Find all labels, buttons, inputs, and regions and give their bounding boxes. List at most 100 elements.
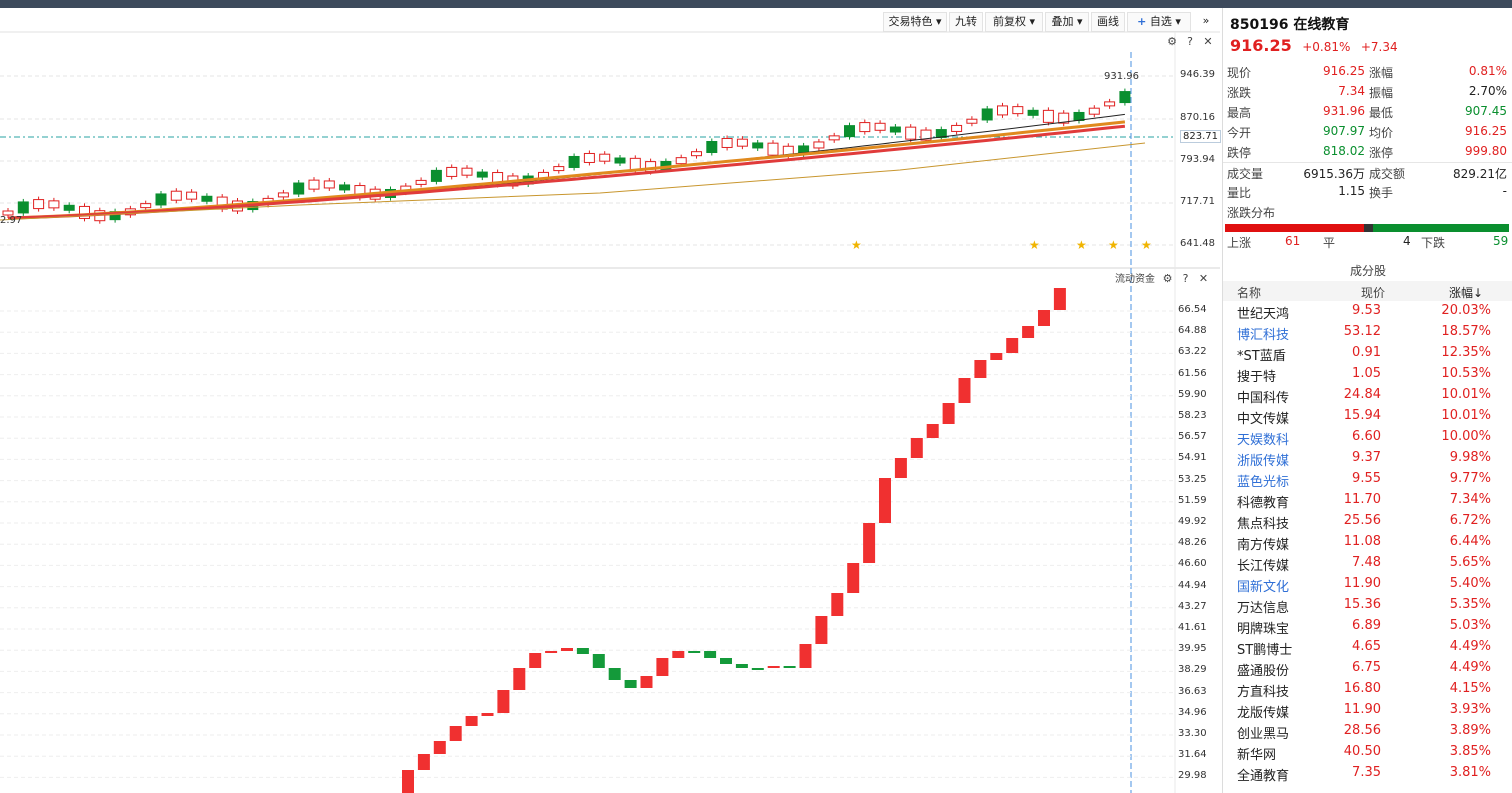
list-item[interactable]: 盛通股份 6.75 4.49% bbox=[1223, 658, 1512, 679]
list-item[interactable]: 南方传媒 11.08 6.44% bbox=[1223, 532, 1512, 553]
list-item[interactable]: 博汇科技 53.12 18.57% bbox=[1223, 322, 1512, 343]
distribution-bar bbox=[1225, 224, 1509, 232]
candle-body bbox=[583, 152, 595, 163]
list-item[interactable]: 中国科传 24.84 10.01% bbox=[1223, 385, 1512, 406]
help-icon[interactable]: ? bbox=[1177, 272, 1195, 285]
flow-tick-label: 53.25 bbox=[1178, 473, 1207, 485]
stock-name: 方直科技 bbox=[1237, 685, 1290, 700]
stock-name: 科德教育 bbox=[1237, 496, 1290, 511]
stock-name: ST鹏博士 bbox=[1237, 643, 1293, 658]
candle-body bbox=[874, 122, 886, 131]
list-item[interactable]: 科德教育 11.70 7.34% bbox=[1223, 490, 1512, 511]
flow-block bbox=[1006, 338, 1019, 353]
close-icon[interactable]: ✕ bbox=[1199, 35, 1217, 48]
list-item[interactable]: *ST蓝盾 0.91 12.35% bbox=[1223, 343, 1512, 364]
close-icon[interactable]: ✕ bbox=[1195, 272, 1213, 285]
list-item[interactable]: 长江传媒 7.48 5.65% bbox=[1223, 553, 1512, 574]
stock-price: 1.05 bbox=[1352, 366, 1381, 381]
quote-value: 907.45 bbox=[1465, 104, 1507, 118]
list-item[interactable]: 创业黑马 28.56 3.89% bbox=[1223, 721, 1512, 742]
stock-change: 10.01% bbox=[1441, 408, 1491, 423]
last-price: 916.25 bbox=[1230, 36, 1292, 55]
list-item[interactable]: 搜于特 1.05 10.53% bbox=[1223, 364, 1512, 385]
up-label: 上涨 bbox=[1227, 236, 1252, 250]
top-tab-bar[interactable] bbox=[0, 0, 1512, 8]
price-tick-label: 641.48 bbox=[1180, 238, 1215, 249]
stock-change: 10.01% bbox=[1441, 387, 1491, 402]
stock-name: 中文传媒 bbox=[1237, 412, 1290, 427]
candle-body bbox=[201, 195, 213, 202]
quote-label: 涨跌 bbox=[1227, 86, 1252, 100]
quote-value: 1.15 bbox=[1338, 184, 1365, 198]
stock-name: 蓝色光标 bbox=[1237, 475, 1290, 490]
gear-icon[interactable]: ⚙ bbox=[1163, 35, 1181, 48]
flow-block bbox=[926, 424, 939, 438]
candle-body bbox=[568, 155, 580, 168]
list-item[interactable]: 龙版传媒 11.90 3.93% bbox=[1223, 700, 1512, 721]
stock-name: 博汇科技 bbox=[1237, 328, 1290, 343]
stock-price: 9.55 bbox=[1352, 471, 1381, 486]
flow-block bbox=[672, 651, 685, 658]
candle-body bbox=[63, 204, 75, 211]
index-code: 850196 bbox=[1230, 17, 1289, 33]
candle-body bbox=[308, 179, 320, 190]
list-item[interactable]: ST鹏博士 4.65 4.49% bbox=[1223, 637, 1512, 658]
candle-body bbox=[813, 141, 825, 149]
kline-chart[interactable]: ★ ★ ★ ★ ★ bbox=[0, 8, 1220, 793]
stock-change: 5.35% bbox=[1449, 597, 1491, 612]
flow-tick-label: 39.95 bbox=[1178, 643, 1207, 655]
quote-value: 931.96 bbox=[1323, 104, 1365, 118]
quote-panel: 850196 在线教育 916.25 +0.81% +7.34 现价 916.25… bbox=[1222, 8, 1512, 793]
flow-block bbox=[624, 680, 637, 688]
gear-icon[interactable]: ⚙ bbox=[1159, 272, 1177, 285]
list-item[interactable]: 蓝色光标 9.55 9.77% bbox=[1223, 469, 1512, 490]
stock-change: 10.53% bbox=[1441, 366, 1491, 381]
candle-body bbox=[691, 151, 702, 157]
help-icon[interactable]: ? bbox=[1181, 35, 1199, 48]
list-item[interactable]: 方直科技 16.80 4.15% bbox=[1223, 679, 1512, 700]
col-change[interactable]: 涨幅↓ bbox=[1449, 284, 1483, 301]
list-item[interactable]: 中文传媒 15.94 10.01% bbox=[1223, 406, 1512, 427]
quote-label: 现价 bbox=[1227, 66, 1252, 80]
stock-price: 11.90 bbox=[1343, 702, 1381, 717]
candle-body bbox=[17, 201, 29, 214]
index-name: 在线教育 bbox=[1293, 17, 1350, 33]
candle-body bbox=[981, 108, 993, 121]
list-item[interactable]: 国新文化 11.90 5.40% bbox=[1223, 574, 1512, 595]
flow-block bbox=[545, 651, 558, 653]
list-item[interactable]: 浙版传媒 9.37 9.98% bbox=[1223, 448, 1512, 469]
flow-tick-label: 63.22 bbox=[1178, 346, 1207, 358]
list-item[interactable]: 全通教育 7.35 3.81% bbox=[1223, 763, 1512, 784]
list-item[interactable]: 焦点科技 25.56 6.72% bbox=[1223, 511, 1512, 532]
flow-block bbox=[847, 563, 860, 593]
flow-tick-label: 46.60 bbox=[1178, 558, 1207, 570]
star-marker: ★ bbox=[851, 238, 862, 252]
list-item[interactable]: 万达信息 15.36 5.35% bbox=[1223, 595, 1512, 616]
stock-price: 9.53 bbox=[1352, 303, 1381, 318]
stock-price: 24.84 bbox=[1343, 387, 1381, 402]
flow-block bbox=[529, 653, 542, 668]
list-item[interactable]: 新华网 40.50 3.85% bbox=[1223, 742, 1512, 763]
candle-body bbox=[170, 190, 182, 201]
stock-change: 3.81% bbox=[1449, 765, 1491, 780]
stock-price: 11.08 bbox=[1343, 534, 1381, 549]
flow-panel-icons: 流动资金 ⚙? ✕ bbox=[1115, 270, 1213, 285]
stock-change: 18.57% bbox=[1441, 324, 1491, 339]
list-item[interactable]: 明牌珠宝 6.89 5.03% bbox=[1223, 616, 1512, 637]
col-name[interactable]: 名称 bbox=[1237, 284, 1261, 301]
stock-name: 创业黑马 bbox=[1237, 727, 1290, 742]
quote-row: 最高 931.96 最低 907.45 bbox=[1223, 102, 1512, 122]
col-price[interactable]: 现价 bbox=[1361, 284, 1385, 301]
candle-body bbox=[706, 141, 718, 154]
flow-tick-label: 59.90 bbox=[1178, 388, 1207, 400]
chart-area: 交易特色 ▾ 九转 前复权 ▾ 叠加 ▾ 画线 + 自选 ▾ » ★ ★ ★ ★ ★ ⚙… bbox=[0, 8, 1221, 793]
stock-change: 7.34% bbox=[1449, 492, 1491, 507]
stock-name: 搜于特 bbox=[1237, 370, 1277, 385]
candle-body bbox=[1119, 91, 1131, 104]
list-item[interactable]: 世纪天鸿 9.53 20.03% bbox=[1223, 301, 1512, 322]
stock-name: 焦点科技 bbox=[1237, 517, 1290, 532]
list-item[interactable]: 天娱数科 6.60 10.00% bbox=[1223, 427, 1512, 448]
candle-body bbox=[889, 126, 901, 133]
stock-name: *ST蓝盾 bbox=[1237, 349, 1286, 364]
components-header: 名称 现价 涨幅↓ bbox=[1223, 281, 1512, 301]
